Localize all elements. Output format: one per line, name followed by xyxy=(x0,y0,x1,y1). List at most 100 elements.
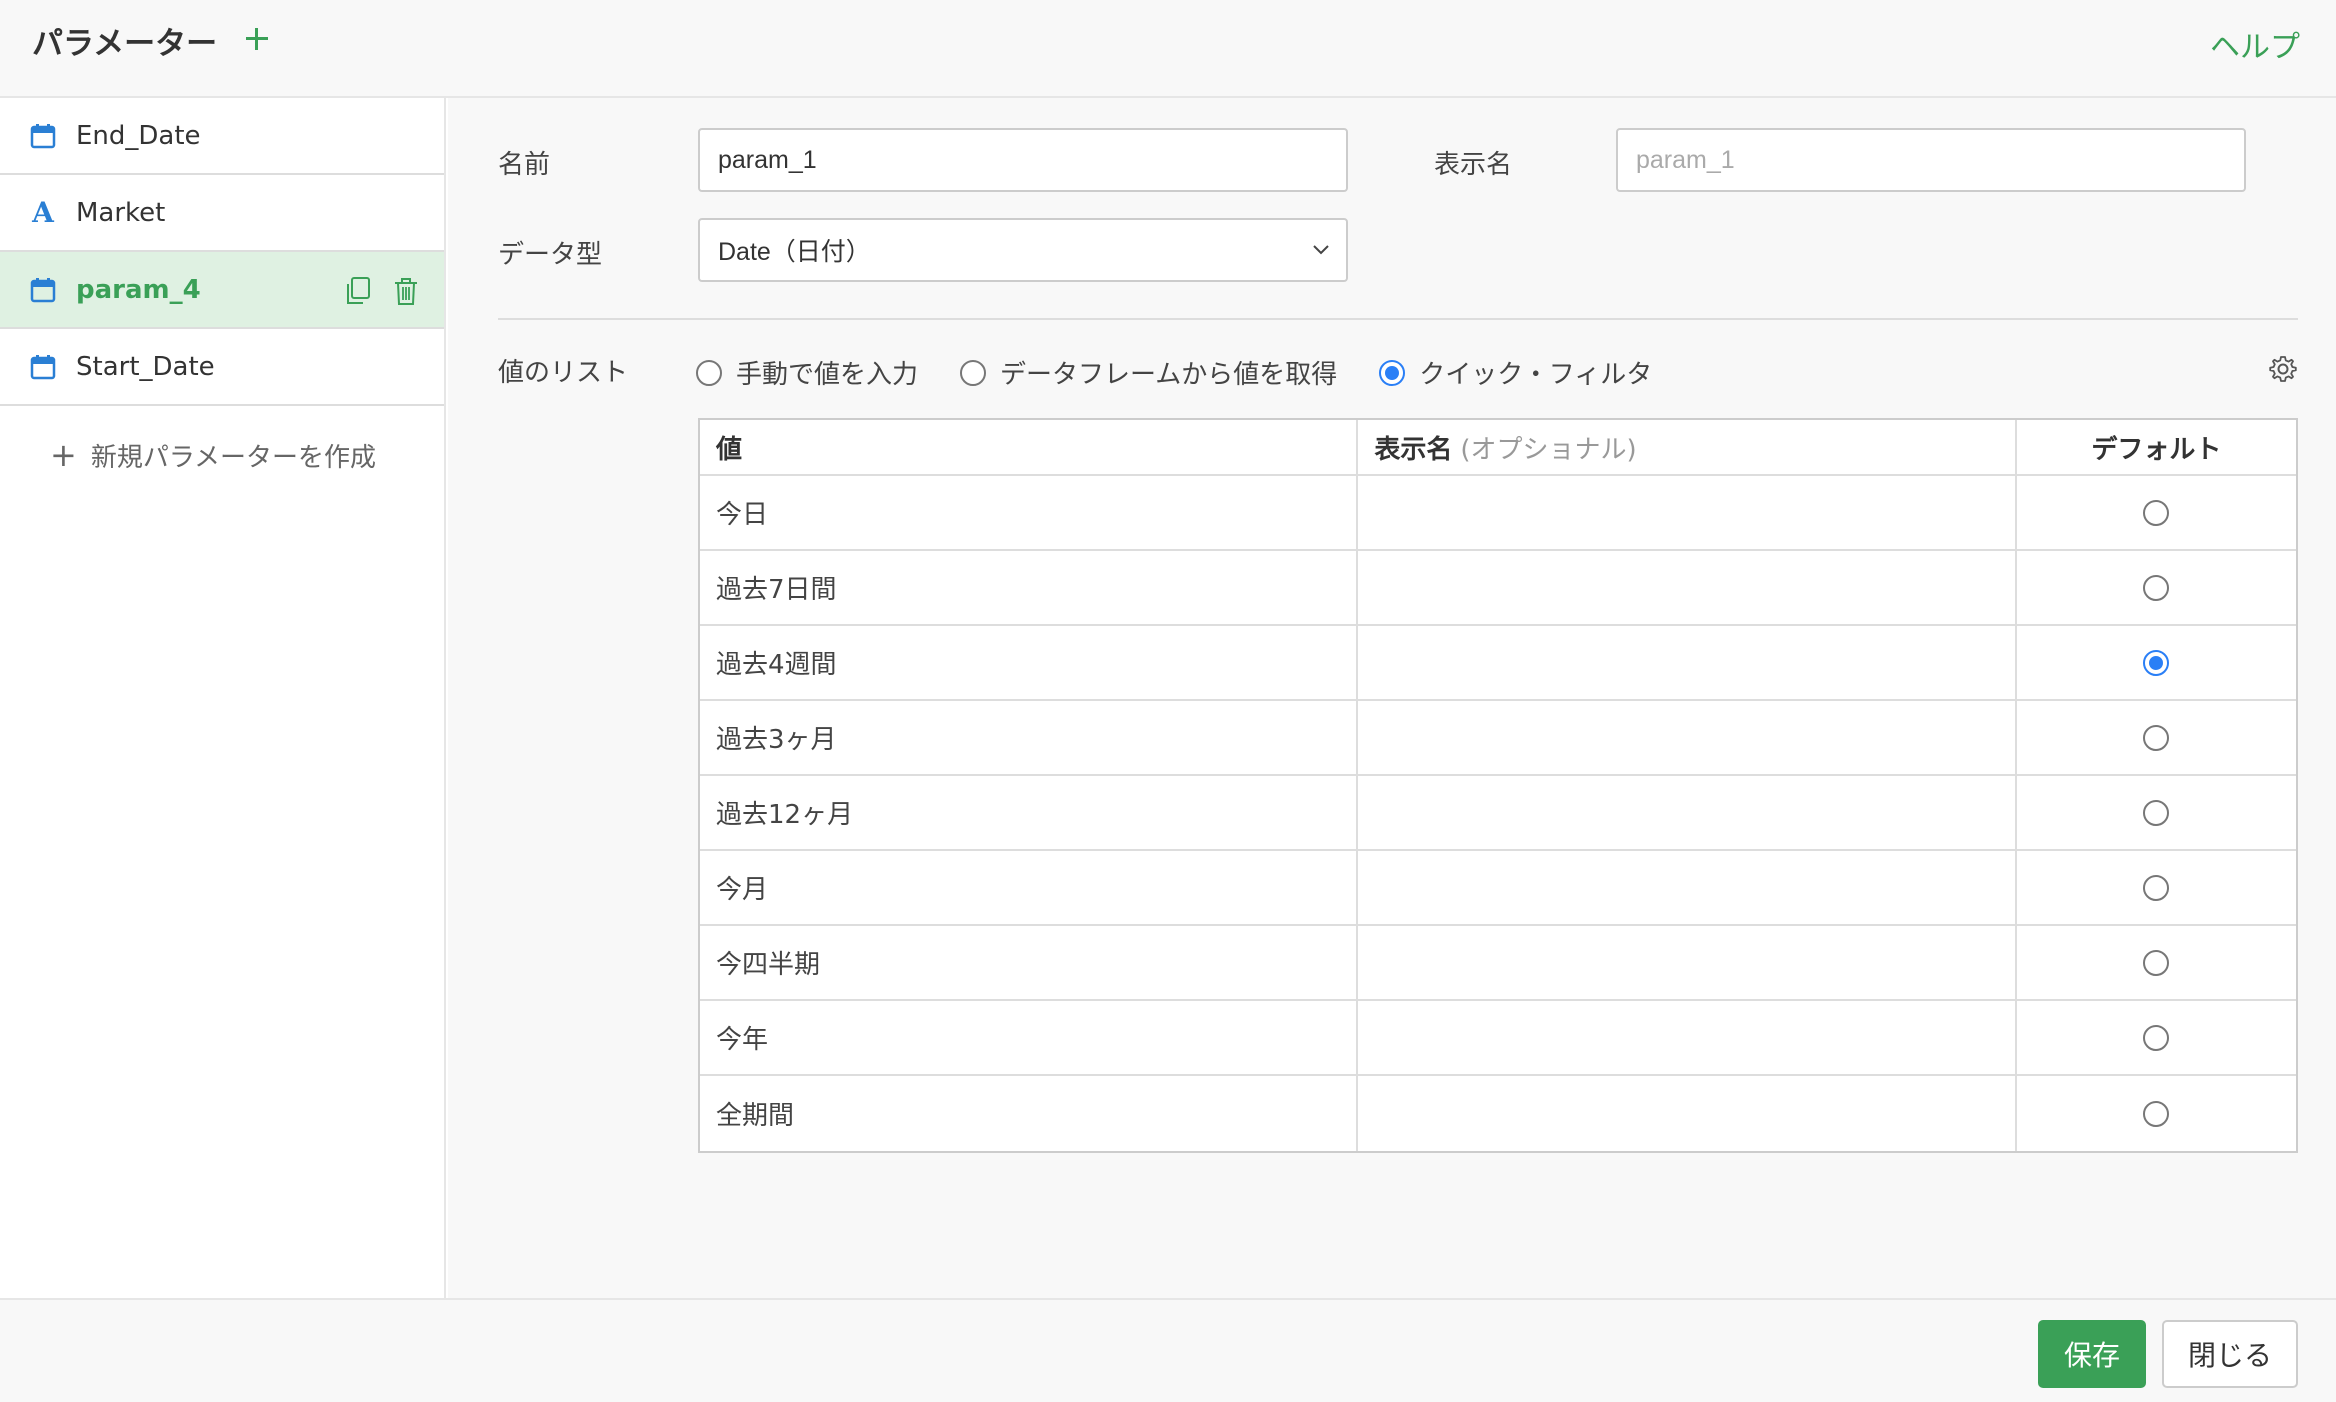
value-list-label: 値のリスト xyxy=(498,358,629,388)
table-row: 過去12ヶ月 xyxy=(700,776,2296,851)
default-cell xyxy=(2017,551,2296,624)
sidebar-item-label: param_4 xyxy=(76,274,201,305)
default-cell xyxy=(2017,776,2296,849)
column-header-label: デフォルト xyxy=(2091,434,2222,465)
column-header-label: 値 xyxy=(716,434,743,465)
default-cell xyxy=(2017,926,2296,999)
new-parameter-label: 新規パラメーターを作成 xyxy=(90,442,377,473)
table-header-row: 値 表示名 (オプショナル) デフォルト xyxy=(700,420,2296,476)
radio-from-dataframe[interactable]: データフレームから値を取得 xyxy=(960,354,1337,391)
display-name-label: 表示名 xyxy=(1434,150,1513,180)
copy-icon[interactable] xyxy=(344,276,372,306)
display-name-cell[interactable] xyxy=(1358,926,2017,999)
display-name-cell[interactable] xyxy=(1358,776,2017,849)
sidebar-item-start-date[interactable]: Start_Date xyxy=(0,329,444,406)
radio-label: クイック・フィルタ xyxy=(1419,360,1653,390)
default-cell xyxy=(2017,851,2296,924)
name-field[interactable]: param_1 xyxy=(698,128,1348,192)
value-cell: 今年 xyxy=(700,1001,1359,1074)
default-radio[interactable] xyxy=(2143,874,2170,901)
default-radio[interactable] xyxy=(2143,949,2170,976)
calendar-icon xyxy=(30,123,56,148)
default-cell xyxy=(2017,476,2296,549)
table-row: 今四半期 xyxy=(700,926,2296,1001)
optional-hint: (オプショナル) xyxy=(1460,434,1637,465)
radio-manual-input[interactable]: 手動で値を入力 xyxy=(696,354,918,391)
sidebar-item-label: Market xyxy=(76,197,166,228)
default-radio[interactable] xyxy=(2143,1024,2170,1051)
chevron-down-icon xyxy=(1313,245,1329,255)
item-actions xyxy=(344,276,420,306)
dialog-header: パラメーター ヘルプ xyxy=(0,0,2336,98)
sidebar-item-end-date[interactable]: End_Date xyxy=(0,98,444,175)
default-radio[interactable] xyxy=(2143,724,2170,751)
value-cell: 過去3ヶ月 xyxy=(700,701,1359,774)
default-radio[interactable] xyxy=(2143,649,2170,676)
default-cell xyxy=(2017,626,2296,699)
display-name-cell[interactable] xyxy=(1358,701,2017,774)
data-type-value: Date（日付） xyxy=(718,238,871,266)
default-radio[interactable] xyxy=(2143,799,2170,826)
data-type-select[interactable]: Date（日付） xyxy=(698,218,1348,282)
trash-icon[interactable] xyxy=(392,276,420,306)
parameter-dialog: パラメーター ヘルプ End_Date A Market param_4 Sta… xyxy=(0,0,2336,1402)
new-parameter-button[interactable]: + 新規パラメーターを作成 xyxy=(50,436,376,474)
display-name-cell[interactable] xyxy=(1358,626,2017,699)
dialog-title: パラメーター xyxy=(32,26,218,62)
radio-quick-filter[interactable]: クイック・フィルタ xyxy=(1379,354,1652,391)
value-list-options: 手動で値を入力 データフレームから値を取得 クイック・フィルタ xyxy=(696,354,1694,391)
table-row: 今月 xyxy=(700,851,2296,926)
name-label: 名前 xyxy=(498,150,551,180)
value-cell: 今月 xyxy=(700,851,1359,924)
column-header-label: 表示名 xyxy=(1374,434,1453,465)
section-divider xyxy=(498,318,2298,320)
table-row: 全期間 xyxy=(700,1076,2296,1151)
parameter-editor: 名前 param_1 表示名 param_1 データ型 Date（日付） 値のリ… xyxy=(448,98,2336,1298)
quick-filter-table: 値 表示名 (オプショナル) デフォルト 今日 過去7日間 過去4週間 過去3ヶ… xyxy=(698,418,2298,1153)
gear-icon[interactable] xyxy=(2268,354,2298,384)
save-button[interactable]: 保存 xyxy=(2038,1320,2146,1388)
display-name-cell[interactable] xyxy=(1358,476,2017,549)
table-body: 今日 過去7日間 過去4週間 過去3ヶ月 過去12ヶ月 今月 今四半期 今年 全… xyxy=(700,476,2296,1151)
help-link[interactable]: ヘルプ xyxy=(2210,22,2300,66)
column-header-display-name: 表示名 (オプショナル) xyxy=(1358,420,2017,474)
dialog-footer: 保存 閉じる xyxy=(0,1298,2336,1402)
value-cell: 過去4週間 xyxy=(700,626,1359,699)
calendar-icon xyxy=(30,354,56,379)
value-cell: 今四半期 xyxy=(700,926,1359,999)
value-cell: 全期間 xyxy=(700,1076,1359,1151)
radio-label: 手動で値を入力 xyxy=(736,360,919,390)
default-cell xyxy=(2017,701,2296,774)
display-name-cell[interactable] xyxy=(1358,1076,2017,1151)
default-radio[interactable] xyxy=(2143,574,2170,601)
display-name-cell[interactable] xyxy=(1358,851,2017,924)
radio-button[interactable] xyxy=(960,359,987,386)
plus-icon: + xyxy=(50,436,77,474)
default-cell xyxy=(2017,1001,2296,1074)
sidebar-item-label: Start_Date xyxy=(76,351,215,382)
sidebar-item-market[interactable]: A Market xyxy=(0,175,444,252)
table-row: 過去3ヶ月 xyxy=(700,701,2296,776)
value-cell: 今日 xyxy=(700,476,1359,549)
calendar-icon xyxy=(30,277,56,302)
sidebar-item-param-4[interactable]: param_4 xyxy=(0,252,444,329)
display-name-field[interactable]: param_1 xyxy=(1616,128,2246,192)
text-type-icon: A xyxy=(32,195,54,229)
radio-button[interactable] xyxy=(696,359,722,386)
table-row: 過去7日間 xyxy=(700,551,2296,626)
data-type-label: データ型 xyxy=(498,240,603,270)
display-name-cell[interactable] xyxy=(1358,1001,2017,1074)
table-row: 今日 xyxy=(700,476,2296,551)
table-row: 今年 xyxy=(700,1001,2296,1076)
sidebar-item-label: End_Date xyxy=(76,120,201,151)
add-parameter-icon[interactable] xyxy=(240,22,274,56)
value-cell: 過去12ヶ月 xyxy=(700,776,1359,849)
close-button[interactable]: 閉じる xyxy=(2162,1320,2298,1388)
display-name-cell[interactable] xyxy=(1358,551,2017,624)
radio-label: データフレームから値を取得 xyxy=(1000,360,1338,390)
radio-button[interactable] xyxy=(1379,359,1406,386)
default-radio[interactable] xyxy=(2143,499,2170,526)
default-radio[interactable] xyxy=(2143,1100,2170,1127)
table-row: 過去4週間 xyxy=(700,626,2296,701)
default-cell xyxy=(2017,1076,2296,1151)
